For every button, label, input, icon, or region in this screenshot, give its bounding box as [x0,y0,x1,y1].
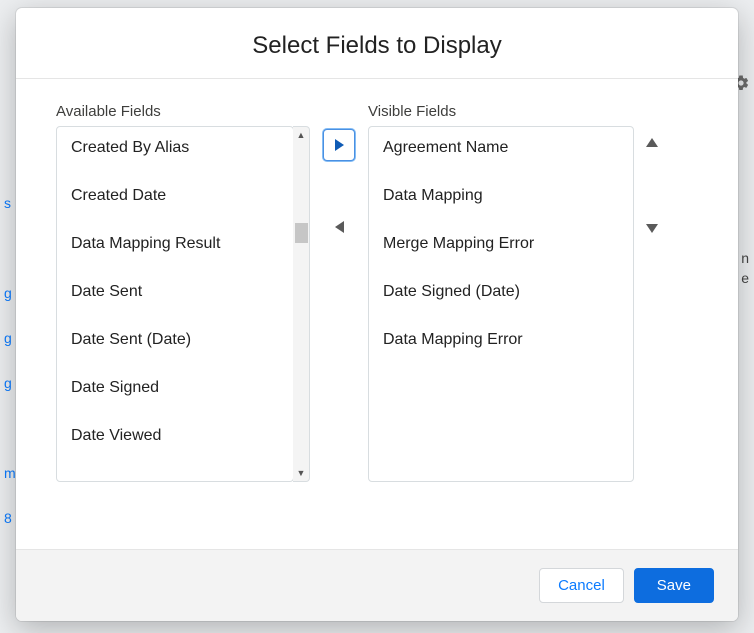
modal-header: Select Fields to Display [16,8,738,79]
visible-fields-column: Visible Fields Agreement Name Data Mappi… [368,103,634,539]
scroll-up-icon[interactable]: ▲ [293,128,309,142]
modal-title: Select Fields to Display [32,32,722,60]
bg-text: s [4,195,11,211]
bg-text: n [741,250,749,266]
cancel-button[interactable]: Cancel [539,568,624,603]
list-item[interactable]: Data Mapping [369,172,633,220]
visible-fields-label: Visible Fields [368,103,634,120]
scrollbar-thumb[interactable] [295,223,308,243]
visible-fields-listbox[interactable]: Agreement Name Data Mapping Merge Mappin… [368,126,634,482]
modal-footer: Cancel Save [16,549,738,621]
available-fields-column: Available Fields Created By Alias Create… [56,103,310,539]
move-left-button[interactable] [323,211,355,243]
list-item[interactable]: Data Mapping Result [57,220,293,268]
chevron-up-icon [646,138,658,147]
reorder-buttons [634,103,670,539]
select-fields-modal: Select Fields to Display Available Field… [16,8,738,621]
bg-text: m [4,465,16,481]
transfer-buttons [310,103,368,539]
available-scrollbar[interactable]: ▲ ▼ [293,126,310,482]
chevron-left-icon [335,221,344,233]
move-right-button[interactable] [323,129,355,161]
list-item[interactable]: Date Signed (Date) [369,268,633,316]
move-down-button[interactable] [639,215,665,241]
list-item[interactable]: Date Signed [57,364,293,412]
bg-text: g [4,330,12,346]
available-fields-listbox[interactable]: Created By Alias Created Date Data Mappi… [56,126,294,482]
available-fields-label: Available Fields [56,103,310,120]
scroll-down-icon[interactable]: ▼ [293,466,309,480]
list-item[interactable]: Created By Alias [57,133,293,172]
bg-text: g [4,285,12,301]
list-item[interactable]: Date Viewed [57,412,293,460]
list-item[interactable]: Created Date [57,172,293,220]
list-item[interactable]: Agreement Name [369,133,633,172]
list-item[interactable]: Date Sent [57,268,293,316]
list-item[interactable]: Data Mapping Error [369,316,633,364]
list-item[interactable]: Date Sent (Date) [57,316,293,364]
chevron-down-icon [646,224,658,233]
page-backdrop: s g g g m 8 n e Select Fields to Display… [0,0,754,633]
list-item[interactable]: Merge Mapping Error [369,220,633,268]
save-button[interactable]: Save [634,568,714,603]
bg-text: 8 [4,510,12,526]
bg-text: e [741,270,749,286]
chevron-right-icon [335,139,344,151]
bg-text: g [4,375,12,391]
move-up-button[interactable] [639,129,665,155]
modal-body: Available Fields Created By Alias Create… [16,79,738,549]
